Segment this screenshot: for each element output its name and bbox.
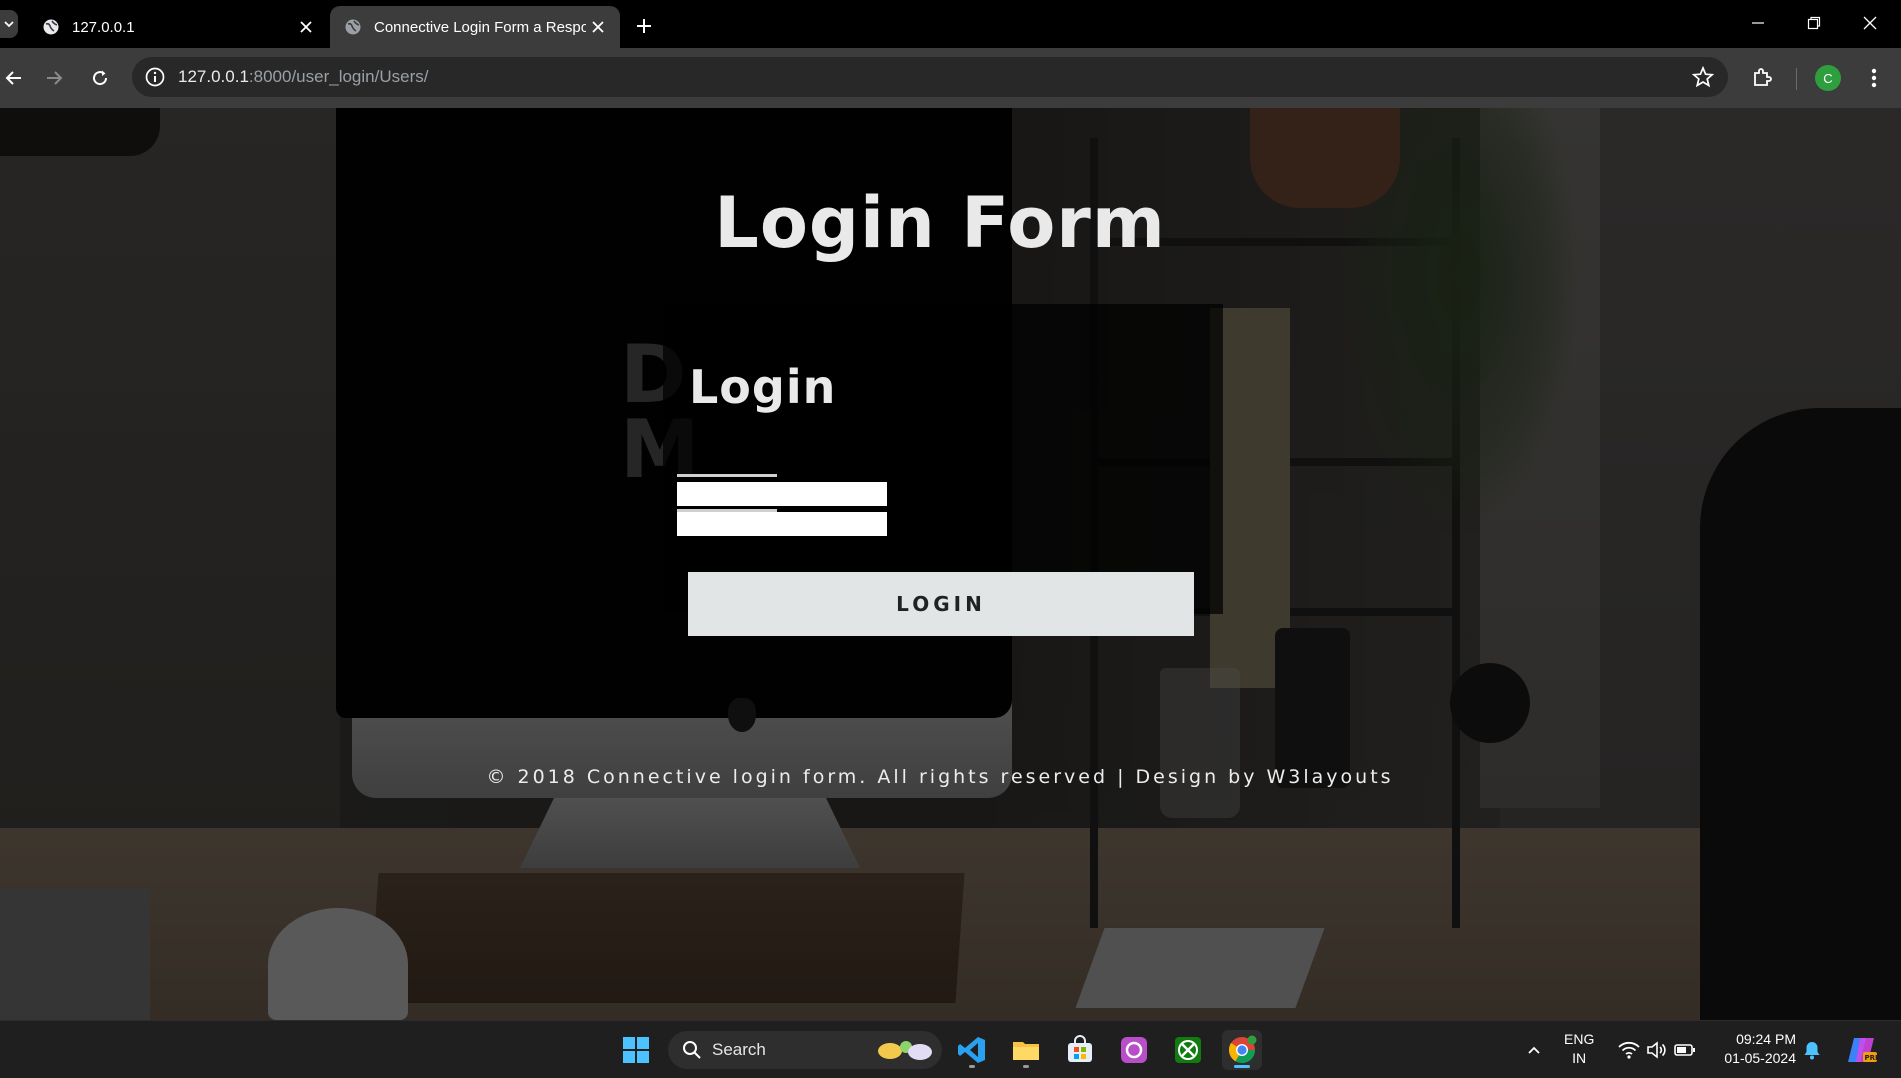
app-running-indicator [969,1065,975,1068]
quick-settings-button[interactable] [1612,1030,1702,1070]
login-card: Login LOGIN [663,304,1223,636]
notifications-button[interactable] [1798,1030,1826,1070]
restore-button[interactable] [1796,8,1832,38]
app-running-indicator [1023,1065,1029,1068]
taskbar-clock[interactable]: 09:24 PM 01-05-2024 [1712,1030,1796,1068]
clock-date: 01-05-2024 [1724,1050,1796,1066]
bookmark-star-icon[interactable] [1692,66,1714,88]
address-bar[interactable]: 127.0.0.1:8000/user_login/Users/ [132,57,1728,97]
taskbar-search[interactable]: Search [668,1031,942,1069]
reload-icon [93,70,108,86]
globe-icon [345,19,361,35]
close-icon [300,21,312,33]
svg-text:PRE: PRE [1865,1054,1879,1062]
reload-button[interactable] [86,64,114,92]
search-highlight-icon [878,1041,932,1060]
url-text: 127.0.0.1:8000/user_login/Users/ [178,67,428,87]
toolbar-divider [1796,68,1797,90]
puzzle-icon [1754,68,1772,86]
show-hidden-icons-button[interactable] [1514,1030,1554,1070]
search-icon [683,1041,701,1059]
taskbar-app-chrome[interactable] [1222,1030,1262,1070]
more-vertical-icon [1871,68,1877,88]
taskbar-app-xbox[interactable] [1168,1030,1208,1070]
back-button[interactable] [0,64,28,92]
taskbar-app-purple[interactable] [1114,1030,1154,1070]
globe-icon [43,19,59,35]
tab-search-button[interactable] [0,10,18,38]
bell-icon [1804,1042,1820,1060]
card-title: Login [689,360,837,414]
arrow-left-icon [5,71,21,85]
input-underline [677,474,777,477]
language-region: IN [1572,1050,1587,1066]
language-code: ENG [1564,1031,1595,1047]
wifi-icon [1618,1041,1640,1059]
username-input[interactable] [677,482,887,506]
taskbar-app-vscode[interactable] [952,1030,992,1070]
page-viewport: DM Login Form Login LOGIN © 2018 Connect… [0,108,1901,1020]
tab-title: 127.0.0.1 [72,18,135,36]
folder-icon [1013,1042,1039,1060]
password-input[interactable] [677,512,887,536]
store-icon [1068,1035,1092,1062]
profile-avatar[interactable]: C [1815,65,1841,91]
tab-title: Connective Login Form a Respo [374,18,586,36]
page-title: Login Form [714,182,1166,264]
extensions-button[interactable] [1748,64,1776,92]
close-tab-button[interactable] [294,15,318,39]
tab-connective-login[interactable]: Connective Login Form a Respo [330,6,620,48]
close-window-button[interactable] [1852,8,1888,38]
battery-icon [1674,1044,1695,1056]
start-button[interactable] [616,1030,656,1070]
taskbar-app-file-explorer[interactable] [1006,1030,1046,1070]
volume-icon [1647,1041,1666,1059]
browser-tab-bar: 127.0.0.1 Connective Login Form a Respo [0,0,1901,48]
taskbar-app-store[interactable] [1060,1030,1100,1070]
restore-icon [1807,16,1821,30]
clock-time: 09:24 PM [1736,1031,1796,1047]
plus-icon [637,19,651,33]
close-icon [1863,16,1877,30]
chevron-down-icon [4,21,14,28]
chrome-icon [1228,1035,1257,1064]
close-tab-button[interactable] [586,15,610,39]
forward-button[interactable] [40,64,68,92]
search-placeholder: Search [712,1040,766,1059]
site-info-icon[interactable] [144,66,166,88]
tab-localhost[interactable]: 127.0.0.1 [28,6,328,48]
browser-toolbar: 127.0.0.1:8000/user_login/Users/ C [0,48,1901,108]
os-taskbar: Search ENG IN 09:24 PM 01-05-2024 PRE [0,1020,1901,1078]
new-tab-button[interactable] [630,12,658,40]
copilot-button[interactable]: PRE [1842,1030,1882,1070]
vscode-icon [958,1037,985,1063]
footer-copyright: © 2018 Connective login form. All rights… [486,766,1394,788]
login-button[interactable]: LOGIN [688,572,1194,636]
chevron-up-icon [1528,1046,1540,1054]
app-purple-icon [1121,1037,1147,1063]
url-path: :8000/user_login/Users/ [248,67,429,86]
browser-menu-button[interactable] [1860,64,1888,92]
minimize-icon [1752,22,1764,24]
close-icon [592,21,604,33]
app-active-indicator [1234,1065,1250,1068]
windows-logo-icon [623,1037,649,1063]
xbox-icon [1175,1037,1201,1063]
input-language-indicator[interactable]: ENG IN [1564,1030,1594,1068]
minimize-button[interactable] [1740,8,1776,38]
arrow-right-icon [47,71,63,85]
url-host: 127.0.0.1 [178,67,249,86]
copilot-icon: PRE [1848,1038,1879,1062]
